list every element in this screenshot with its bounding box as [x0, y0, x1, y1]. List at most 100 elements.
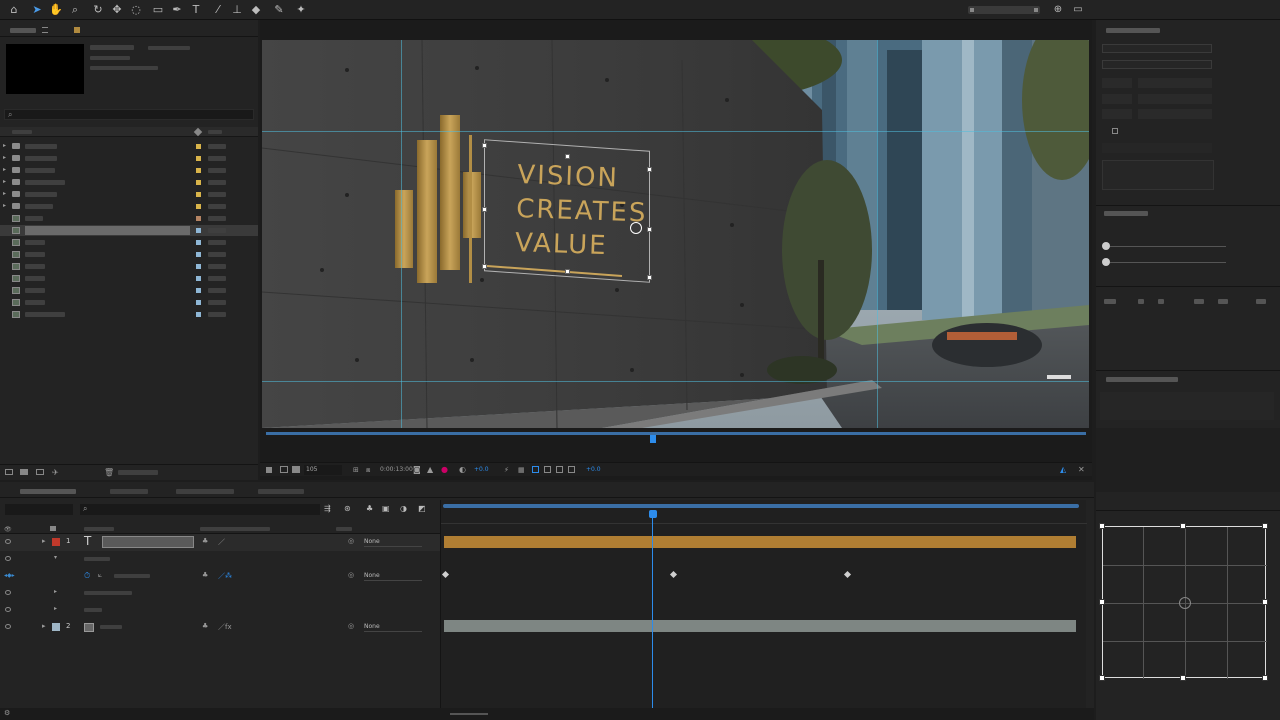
leading-field[interactable]	[1138, 78, 1212, 88]
slider-track[interactable]	[1110, 246, 1226, 247]
new-folder-icon[interactable]	[20, 469, 28, 475]
slider-thumb[interactable]	[1102, 242, 1110, 250]
list-item[interactable]: ▸	[0, 177, 258, 188]
camera-rotate-icon[interactable]: ↻	[90, 2, 106, 18]
list-item[interactable]	[0, 285, 258, 296]
keyframe[interactable]	[441, 570, 450, 579]
3d-view-icon[interactable]	[532, 466, 539, 473]
font-style-dropdown[interactable]	[1102, 60, 1212, 69]
always-preview-icon[interactable]	[266, 467, 272, 473]
transform-grid[interactable]	[1102, 526, 1267, 679]
parent-dropdown[interactable]: None	[364, 622, 422, 632]
expand-arrow-icon[interactable]: ▸	[42, 622, 46, 630]
preset-box[interactable]	[1102, 160, 1214, 190]
zoom-slider[interactable]	[450, 713, 488, 715]
paragraph-dropdown[interactable]	[1102, 143, 1212, 153]
slider-thumb[interactable]	[1102, 258, 1110, 266]
timecode-field[interactable]	[5, 504, 73, 515]
eraser-icon[interactable]: ◆	[248, 2, 264, 18]
tab[interactable]	[258, 489, 304, 494]
shy-switch-icon[interactable]: ♣	[202, 571, 208, 579]
stopwatch-icon[interactable]: ⏱	[84, 571, 90, 581]
hand-tool-icon[interactable]: ✋	[48, 2, 64, 18]
graph-icon[interactable]: ⟀	[98, 571, 102, 580]
current-time-display[interactable]: 0:00:13:00	[380, 465, 413, 475]
new-composition-icon[interactable]	[36, 469, 44, 475]
layer-search-input[interactable]: ⌕	[80, 504, 320, 515]
pen-tool-icon[interactable]: ✒	[169, 2, 185, 18]
roto-brush-icon[interactable]: ✎	[271, 2, 287, 18]
transform-handle[interactable]	[565, 154, 570, 159]
list-item[interactable]: ▸	[0, 189, 258, 200]
transform-handle[interactable]	[647, 227, 652, 232]
frame-blending-icon[interactable]: ▣	[382, 504, 390, 513]
guide-vertical[interactable]	[401, 40, 402, 428]
transform-handle[interactable]	[647, 167, 652, 172]
project-settings-icon[interactable]: ✈	[52, 468, 59, 477]
fast-previews-icon[interactable]: ⚡	[504, 466, 509, 474]
rectangle-tool-icon[interactable]: ▭	[150, 2, 166, 18]
visibility-eye-icon[interactable]	[5, 590, 11, 595]
list-item[interactable]	[0, 249, 258, 260]
render-icon[interactable]	[568, 466, 575, 473]
stroke-type-dropdown[interactable]	[1138, 109, 1212, 119]
exposure-offset[interactable]: +0.0	[586, 466, 601, 474]
shy-switch-icon[interactable]: ♣	[202, 537, 208, 545]
zoom-tool-icon[interactable]: ⌕	[67, 2, 83, 18]
list-item-selected[interactable]	[0, 225, 258, 236]
shy-layers-icon[interactable]: ♣	[366, 504, 373, 513]
list-item[interactable]: ▸	[0, 153, 258, 164]
list-item[interactable]: ▸	[0, 141, 258, 152]
expand-arrow-icon[interactable]: ▸	[42, 537, 46, 545]
viewer-playhead[interactable]	[650, 435, 656, 443]
interpret-footage-icon[interactable]	[5, 469, 13, 475]
playhead-handle[interactable]	[649, 510, 657, 518]
playhead-line[interactable]	[652, 518, 653, 708]
flowchart-icon[interactable]: ◭	[1060, 465, 1066, 474]
list-item[interactable]	[0, 261, 258, 272]
view-layout-icon[interactable]	[544, 466, 551, 473]
footage-layer-bar[interactable]	[444, 620, 1076, 632]
list-item[interactable]	[0, 273, 258, 284]
checkbox[interactable]	[1112, 128, 1118, 134]
shy-switch-icon[interactable]: ♣	[202, 622, 208, 630]
list-item[interactable]	[0, 297, 258, 308]
parent-pickwhip-icon[interactable]: ◎	[348, 571, 354, 579]
font-size-field[interactable]	[1102, 78, 1132, 88]
transform-handle[interactable]	[565, 269, 570, 274]
project-tab[interactable]	[10, 28, 36, 33]
parent-dropdown[interactable]: None	[364, 571, 422, 581]
region-icon[interactable]	[280, 466, 288, 473]
workspace-slider[interactable]	[968, 6, 1040, 14]
keyframe[interactable]	[843, 570, 852, 579]
delete-icon[interactable]: 🗑	[104, 468, 114, 477]
composition-canvas[interactable]: VISION CREATES VALUE	[262, 40, 1089, 428]
type-tool-icon[interactable]: T	[188, 2, 204, 18]
motion-blur-icon[interactable]: ◑	[400, 504, 407, 513]
list-item[interactable]	[0, 213, 258, 224]
time-ruler[interactable]	[441, 512, 1087, 524]
slider-track[interactable]	[1110, 262, 1226, 263]
text-area[interactable]	[1100, 392, 1274, 420]
parent-pickwhip-icon[interactable]: ◎	[348, 622, 354, 630]
stroke-width-field[interactable]	[1102, 109, 1132, 119]
camera-snapshot-icon[interactable]: ◙	[413, 465, 421, 474]
transform-handle[interactable]	[482, 207, 487, 212]
timeline-tracks[interactable]	[440, 500, 1087, 720]
brush-tool-icon[interactable]: ⁄	[210, 2, 226, 18]
work-area-bar[interactable]	[443, 504, 1079, 508]
property-group-row[interactable]: ▸	[0, 602, 440, 619]
visibility-eye-icon[interactable]	[5, 607, 11, 612]
exposure-reset-icon[interactable]: ◐	[459, 465, 466, 474]
globe-icon[interactable]: ⊕	[1050, 2, 1066, 18]
label-color-swatch[interactable]	[52, 538, 60, 546]
snapshot-toggle-icon[interactable]	[292, 466, 300, 473]
layer-bounding-box[interactable]	[484, 139, 650, 283]
font-family-dropdown[interactable]	[1102, 44, 1212, 53]
quality-switch-icon[interactable]: ／	[218, 537, 225, 547]
list-item[interactable]	[0, 237, 258, 248]
transform-handle[interactable]	[482, 264, 487, 269]
anchor-point-icon[interactable]	[630, 222, 642, 234]
transparency-grid-icon[interactable]: ▦	[518, 466, 525, 474]
tab[interactable]	[176, 489, 234, 494]
